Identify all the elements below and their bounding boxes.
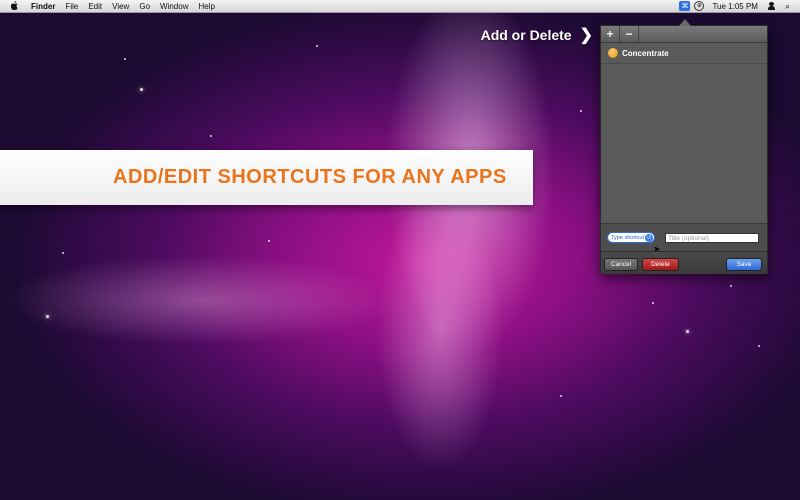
shortcut-list: Concentrate: [601, 43, 767, 223]
promo-banner-text: ADD/EDIT SHORTCUTS FOR ANY APPS: [113, 166, 507, 188]
user-icon[interactable]: [767, 2, 775, 10]
star: [62, 252, 64, 254]
callout-label: Add or Delete: [480, 27, 572, 43]
menu-finder[interactable]: Finder: [31, 2, 55, 11]
concentrate-app-icon: [608, 48, 618, 58]
star: [652, 302, 654, 304]
panel-footer: Cancel Delete Save: [601, 251, 767, 274]
add-button[interactable]: +: [601, 26, 620, 42]
shortcut-editor: Type shortcut ↺ Title (optional): [601, 223, 767, 251]
list-item-label: Concentrate: [622, 48, 669, 58]
menu-clock[interactable]: Tue 1:05 PM: [712, 2, 758, 11]
apple-icon[interactable]: [10, 0, 19, 12]
delete-button[interactable]: Delete: [642, 258, 679, 271]
star: [580, 110, 582, 112]
title-input[interactable]: Title (optional): [665, 232, 759, 243]
star: [758, 345, 760, 347]
star: [46, 315, 49, 318]
menu-window[interactable]: Window: [160, 2, 188, 11]
shortcut-placeholder: Type shortcut: [611, 234, 645, 241]
shortcut-recorder[interactable]: Type shortcut ↺: [607, 232, 655, 243]
promo-banner: ADD/EDIT SHORTCUTS FOR ANY APPS: [0, 150, 533, 205]
record-icon[interactable]: ↺: [645, 234, 653, 242]
star: [124, 58, 126, 60]
shortcut-panel: + − Concentrate Type shortcut ↺ Title (o…: [600, 19, 768, 274]
save-button[interactable]: Save: [726, 258, 762, 271]
star: [316, 45, 318, 47]
add-or-delete-callout: Add or Delete ❯: [481, 25, 593, 45]
star: [268, 240, 270, 242]
circle-icon[interactable]: ⊕: [694, 1, 705, 11]
chevron-right-icon: ❯: [579, 27, 593, 44]
star: [686, 330, 689, 333]
menu-view[interactable]: View: [112, 2, 129, 11]
panel-toolbar: + −: [601, 26, 767, 43]
list-item[interactable]: Concentrate: [601, 43, 767, 64]
shortcut-extra-icon[interactable]: ⌘: [679, 1, 691, 11]
star: [140, 88, 143, 91]
menu-bar: Finder File Edit View Go Window Help ⌘ ⊕…: [0, 0, 800, 13]
cancel-button[interactable]: Cancel: [604, 258, 638, 271]
star: [730, 285, 732, 287]
menu-help[interactable]: Help: [198, 2, 214, 11]
menu-edit[interactable]: Edit: [88, 2, 102, 11]
menu-go[interactable]: Go: [139, 2, 150, 11]
remove-button[interactable]: −: [620, 26, 639, 42]
star: [560, 395, 562, 397]
title-placeholder: Title (optional): [668, 234, 709, 242]
menu-file[interactable]: File: [65, 2, 78, 11]
spotlight-icon[interactable]: ⌕: [785, 1, 790, 12]
star: [210, 135, 212, 137]
